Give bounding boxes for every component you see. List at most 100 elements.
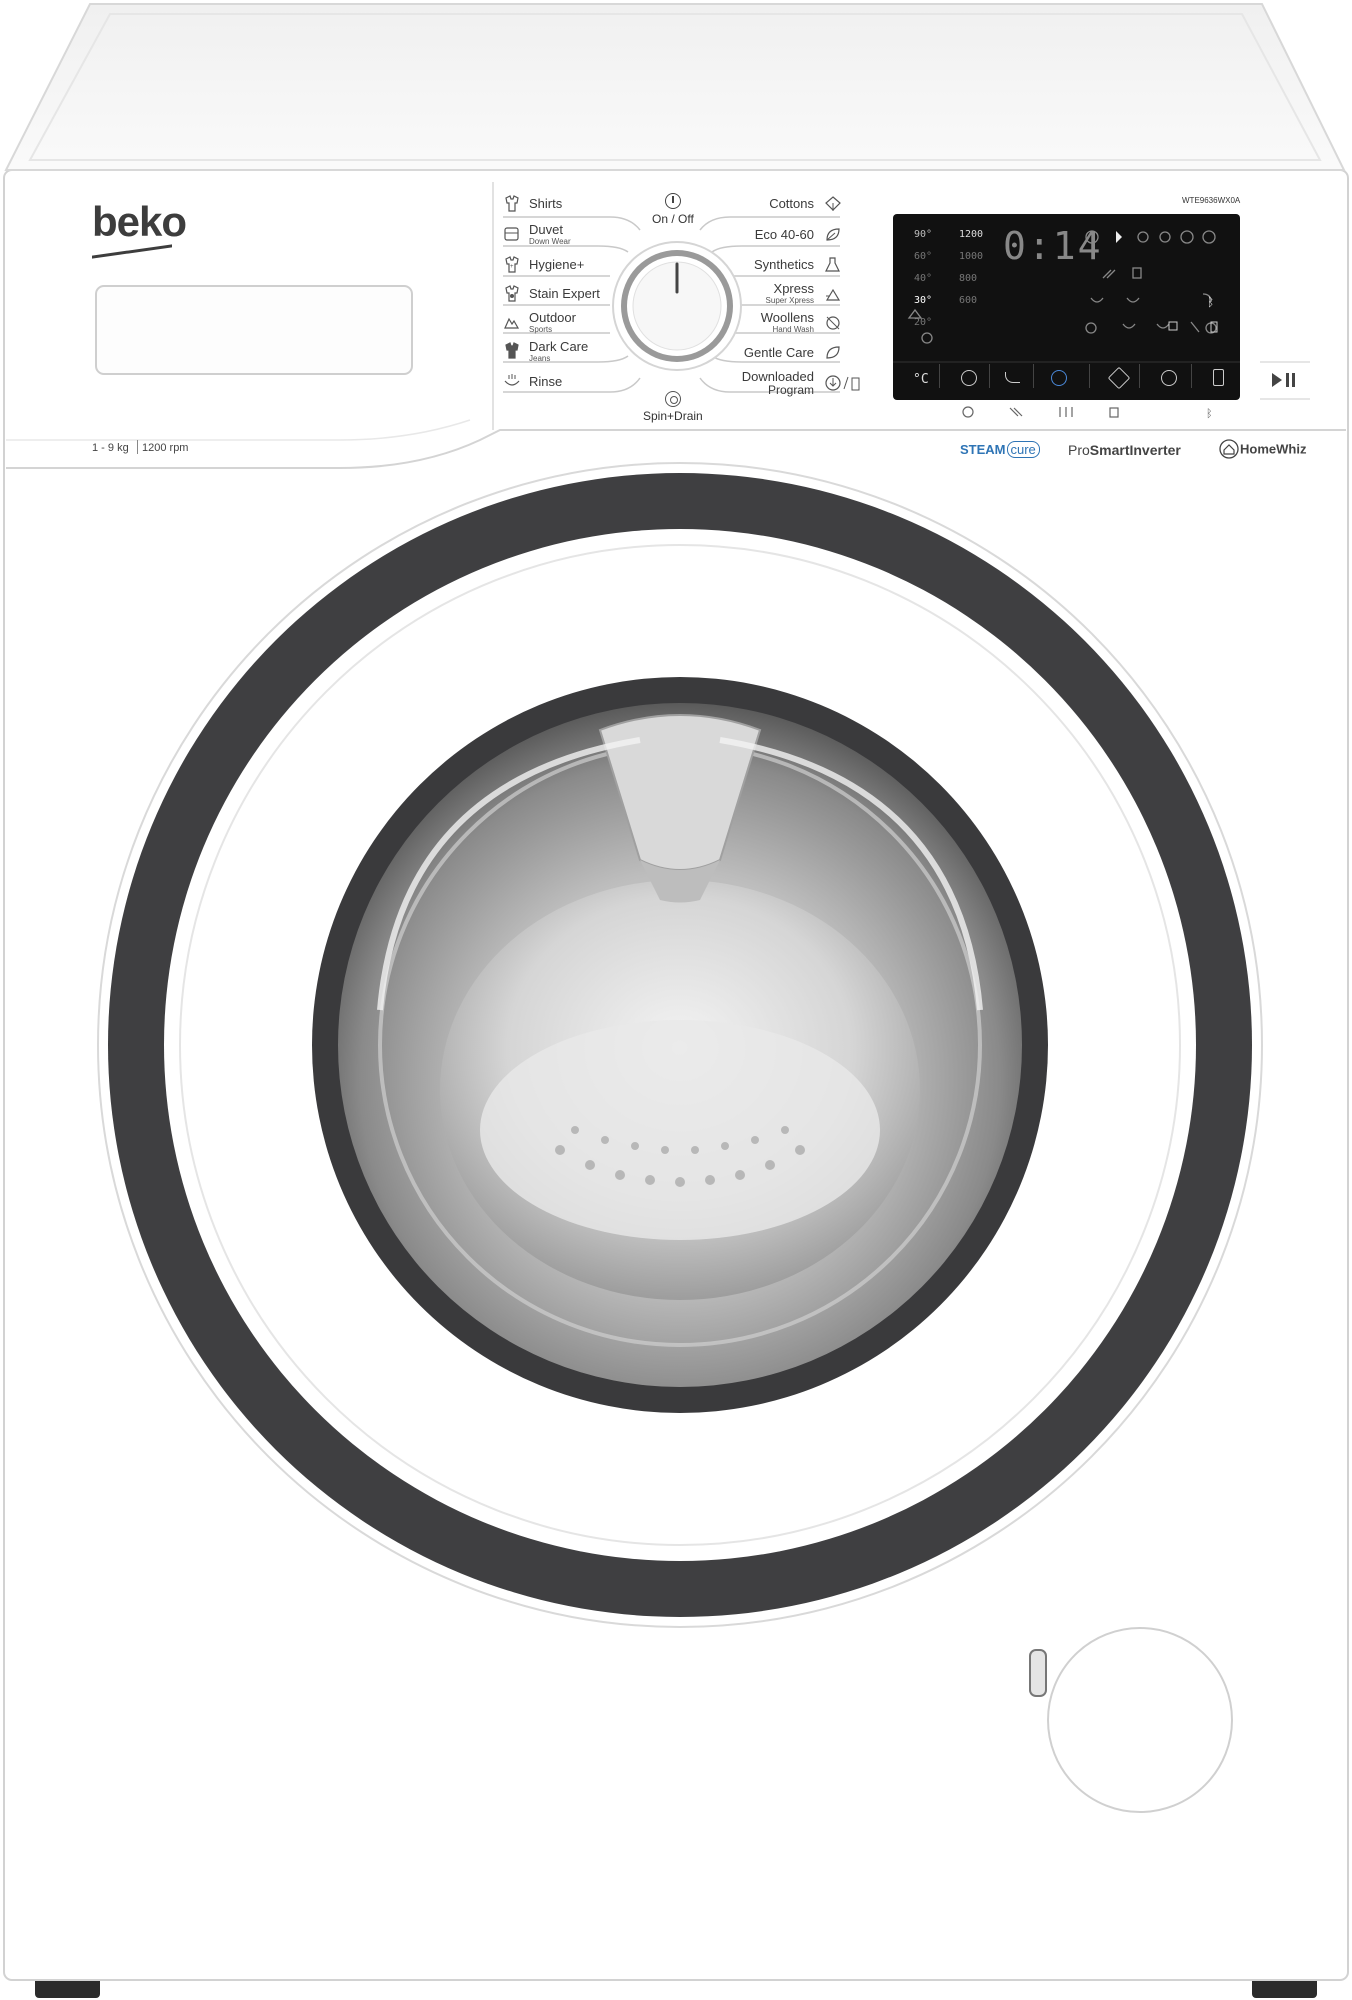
- button-divider: [1089, 364, 1090, 388]
- start-pause-button[interactable]: [1260, 362, 1310, 399]
- program-sub-label: Hand Wash: [772, 325, 815, 334]
- program-dial[interactable]: [613, 242, 741, 370]
- program-dark-care[interactable]: Dark Care Jeans: [529, 339, 589, 364]
- shirt-icon: [505, 195, 519, 212]
- service-hatch[interactable]: [1048, 1628, 1232, 1812]
- pro-text: Pro: [1068, 442, 1090, 458]
- program-outdoor[interactable]: Outdoor Sports: [529, 310, 576, 335]
- duvet-icon: [504, 227, 519, 241]
- door[interactable]: [98, 463, 1262, 1627]
- program-synthetics[interactable]: Synthetics: [754, 258, 814, 272]
- homewhiz-badge: HomeWhiz: [1218, 438, 1306, 460]
- button-divider: [1191, 364, 1192, 388]
- status-icons: ᛒ: [1085, 230, 1218, 334]
- washing-machine: beko WTE9636WX0A 1 - 9 kg 1200 rpm On / …: [0, 0, 1352, 2000]
- program-label: Cottons: [769, 196, 814, 211]
- program-label: Shirts: [529, 196, 563, 211]
- spec-speed: 1200 rpm: [142, 442, 189, 454]
- delay-timer-button[interactable]: [1161, 370, 1177, 386]
- button-divider: [989, 364, 990, 388]
- spin-speed-button[interactable]: [961, 370, 977, 386]
- soil-option-button[interactable]: [1107, 366, 1131, 390]
- woollens-icon: [826, 316, 840, 330]
- steam-text: STEAM: [960, 442, 1006, 457]
- program-label: Downloaded: [741, 369, 814, 384]
- program-downloaded[interactable]: Downloaded Program: [742, 370, 814, 397]
- remote-control-button[interactable]: [1213, 369, 1224, 386]
- program-stain-expert[interactable]: Stain Expert: [529, 287, 600, 301]
- program-label: Rinse: [529, 374, 563, 389]
- program-sub-label: Down Wear: [529, 237, 571, 246]
- display-panel: 90° 60° 40° 30° 20° 1200 1000 800 600 0:…: [893, 214, 1240, 400]
- temp-60: 60°: [914, 251, 933, 262]
- program-label: Hygiene+: [529, 257, 585, 272]
- program-eco[interactable]: Eco 40-60: [755, 228, 814, 242]
- spin-drain-icon: [665, 391, 681, 407]
- speed-600: 600: [959, 295, 978, 306]
- synthetics-icon: [825, 257, 840, 272]
- steam-option-button[interactable]: [1051, 370, 1067, 386]
- program-hygiene[interactable]: Hygiene+: [529, 258, 584, 272]
- program-rinse[interactable]: Rinse: [529, 375, 562, 389]
- rinse-option-button[interactable]: [1005, 372, 1020, 383]
- hygiene-icon: +: [505, 256, 519, 273]
- program-sub-label: Super Xpress: [765, 296, 814, 305]
- program-label: Woollens: [760, 310, 814, 325]
- temp-40: 40°: [914, 273, 933, 284]
- program-cottons[interactable]: Cottons: [769, 197, 814, 211]
- button-divider: [1139, 364, 1140, 388]
- rinse-icon: [504, 374, 520, 386]
- program-gentle-care[interactable]: Gentle Care: [744, 346, 814, 360]
- svg-text:+: +: [510, 264, 514, 270]
- xpress-icon: [825, 288, 841, 301]
- dark-care-icon: [505, 342, 519, 359]
- power-icon[interactable]: [665, 193, 681, 209]
- cure-text: cure: [1006, 441, 1040, 458]
- homewhiz-text: HomeWhiz: [1240, 441, 1307, 457]
- program-sub-label: Sports: [529, 325, 553, 334]
- power-label: On / Off: [652, 212, 694, 226]
- program-label: Synthetics: [754, 257, 814, 272]
- play-pause-icon: [1272, 373, 1295, 387]
- door-latch[interactable]: [1030, 1650, 1046, 1696]
- program-label: Stain Expert: [529, 286, 600, 301]
- prosmartinverter-badge: ProSmartInverter: [1068, 442, 1181, 460]
- brand-logo: beko: [92, 198, 187, 245]
- cottons-icon: [825, 196, 841, 211]
- button-divider: [939, 364, 940, 388]
- outdoor-icon: [504, 317, 520, 329]
- steamcure-badge: STEAM cure: [960, 441, 1040, 459]
- stain-icon: [505, 285, 519, 302]
- secondary-function-icons: ᛒ: [962, 406, 1213, 420]
- program-label: Gentle Care: [743, 345, 814, 360]
- speed-800: 800: [959, 273, 978, 284]
- program-label: Duvet: [529, 222, 563, 237]
- program-woollens[interactable]: Woollens Hand Wash: [760, 310, 815, 335]
- download-icon: [825, 375, 860, 391]
- homewhiz-icon: [1219, 439, 1239, 459]
- temp-unit-button[interactable]: °C: [913, 372, 929, 387]
- svg-text:ᛒ: ᛒ: [1206, 407, 1213, 420]
- program-duvet[interactable]: Duvet Down Wear: [529, 222, 571, 247]
- spec-capacity: 1 - 9 kg: [92, 442, 129, 454]
- temp-90: 90°: [914, 229, 933, 240]
- speed-1200: 1200: [959, 229, 984, 240]
- program-label: Xpress: [773, 281, 814, 296]
- spin-drain-label: Spin+Drain: [643, 409, 703, 423]
- smartinverter-text: SmartInverter: [1089, 442, 1181, 458]
- speed-1000: 1000: [959, 251, 984, 262]
- program-xpress[interactable]: Xpress Super Xpress: [765, 281, 814, 306]
- program-sub-label: Program: [767, 383, 814, 397]
- detergent-drawer[interactable]: [96, 286, 412, 374]
- program-label: Dark Care: [529, 339, 589, 354]
- model-number: WTE9636WX0A: [1182, 196, 1241, 205]
- spec-separator: [137, 440, 138, 454]
- gentle-care-icon: [826, 346, 840, 359]
- eco-icon: [826, 228, 840, 241]
- program-sub-label: Jeans: [529, 354, 551, 363]
- program-shirts[interactable]: Shirts: [529, 197, 562, 211]
- program-label: Outdoor: [529, 310, 576, 325]
- svg-text:ᛒ: ᛒ: [1207, 295, 1214, 309]
- program-label: Eco 40-60: [754, 227, 814, 242]
- button-divider: [1033, 364, 1034, 388]
